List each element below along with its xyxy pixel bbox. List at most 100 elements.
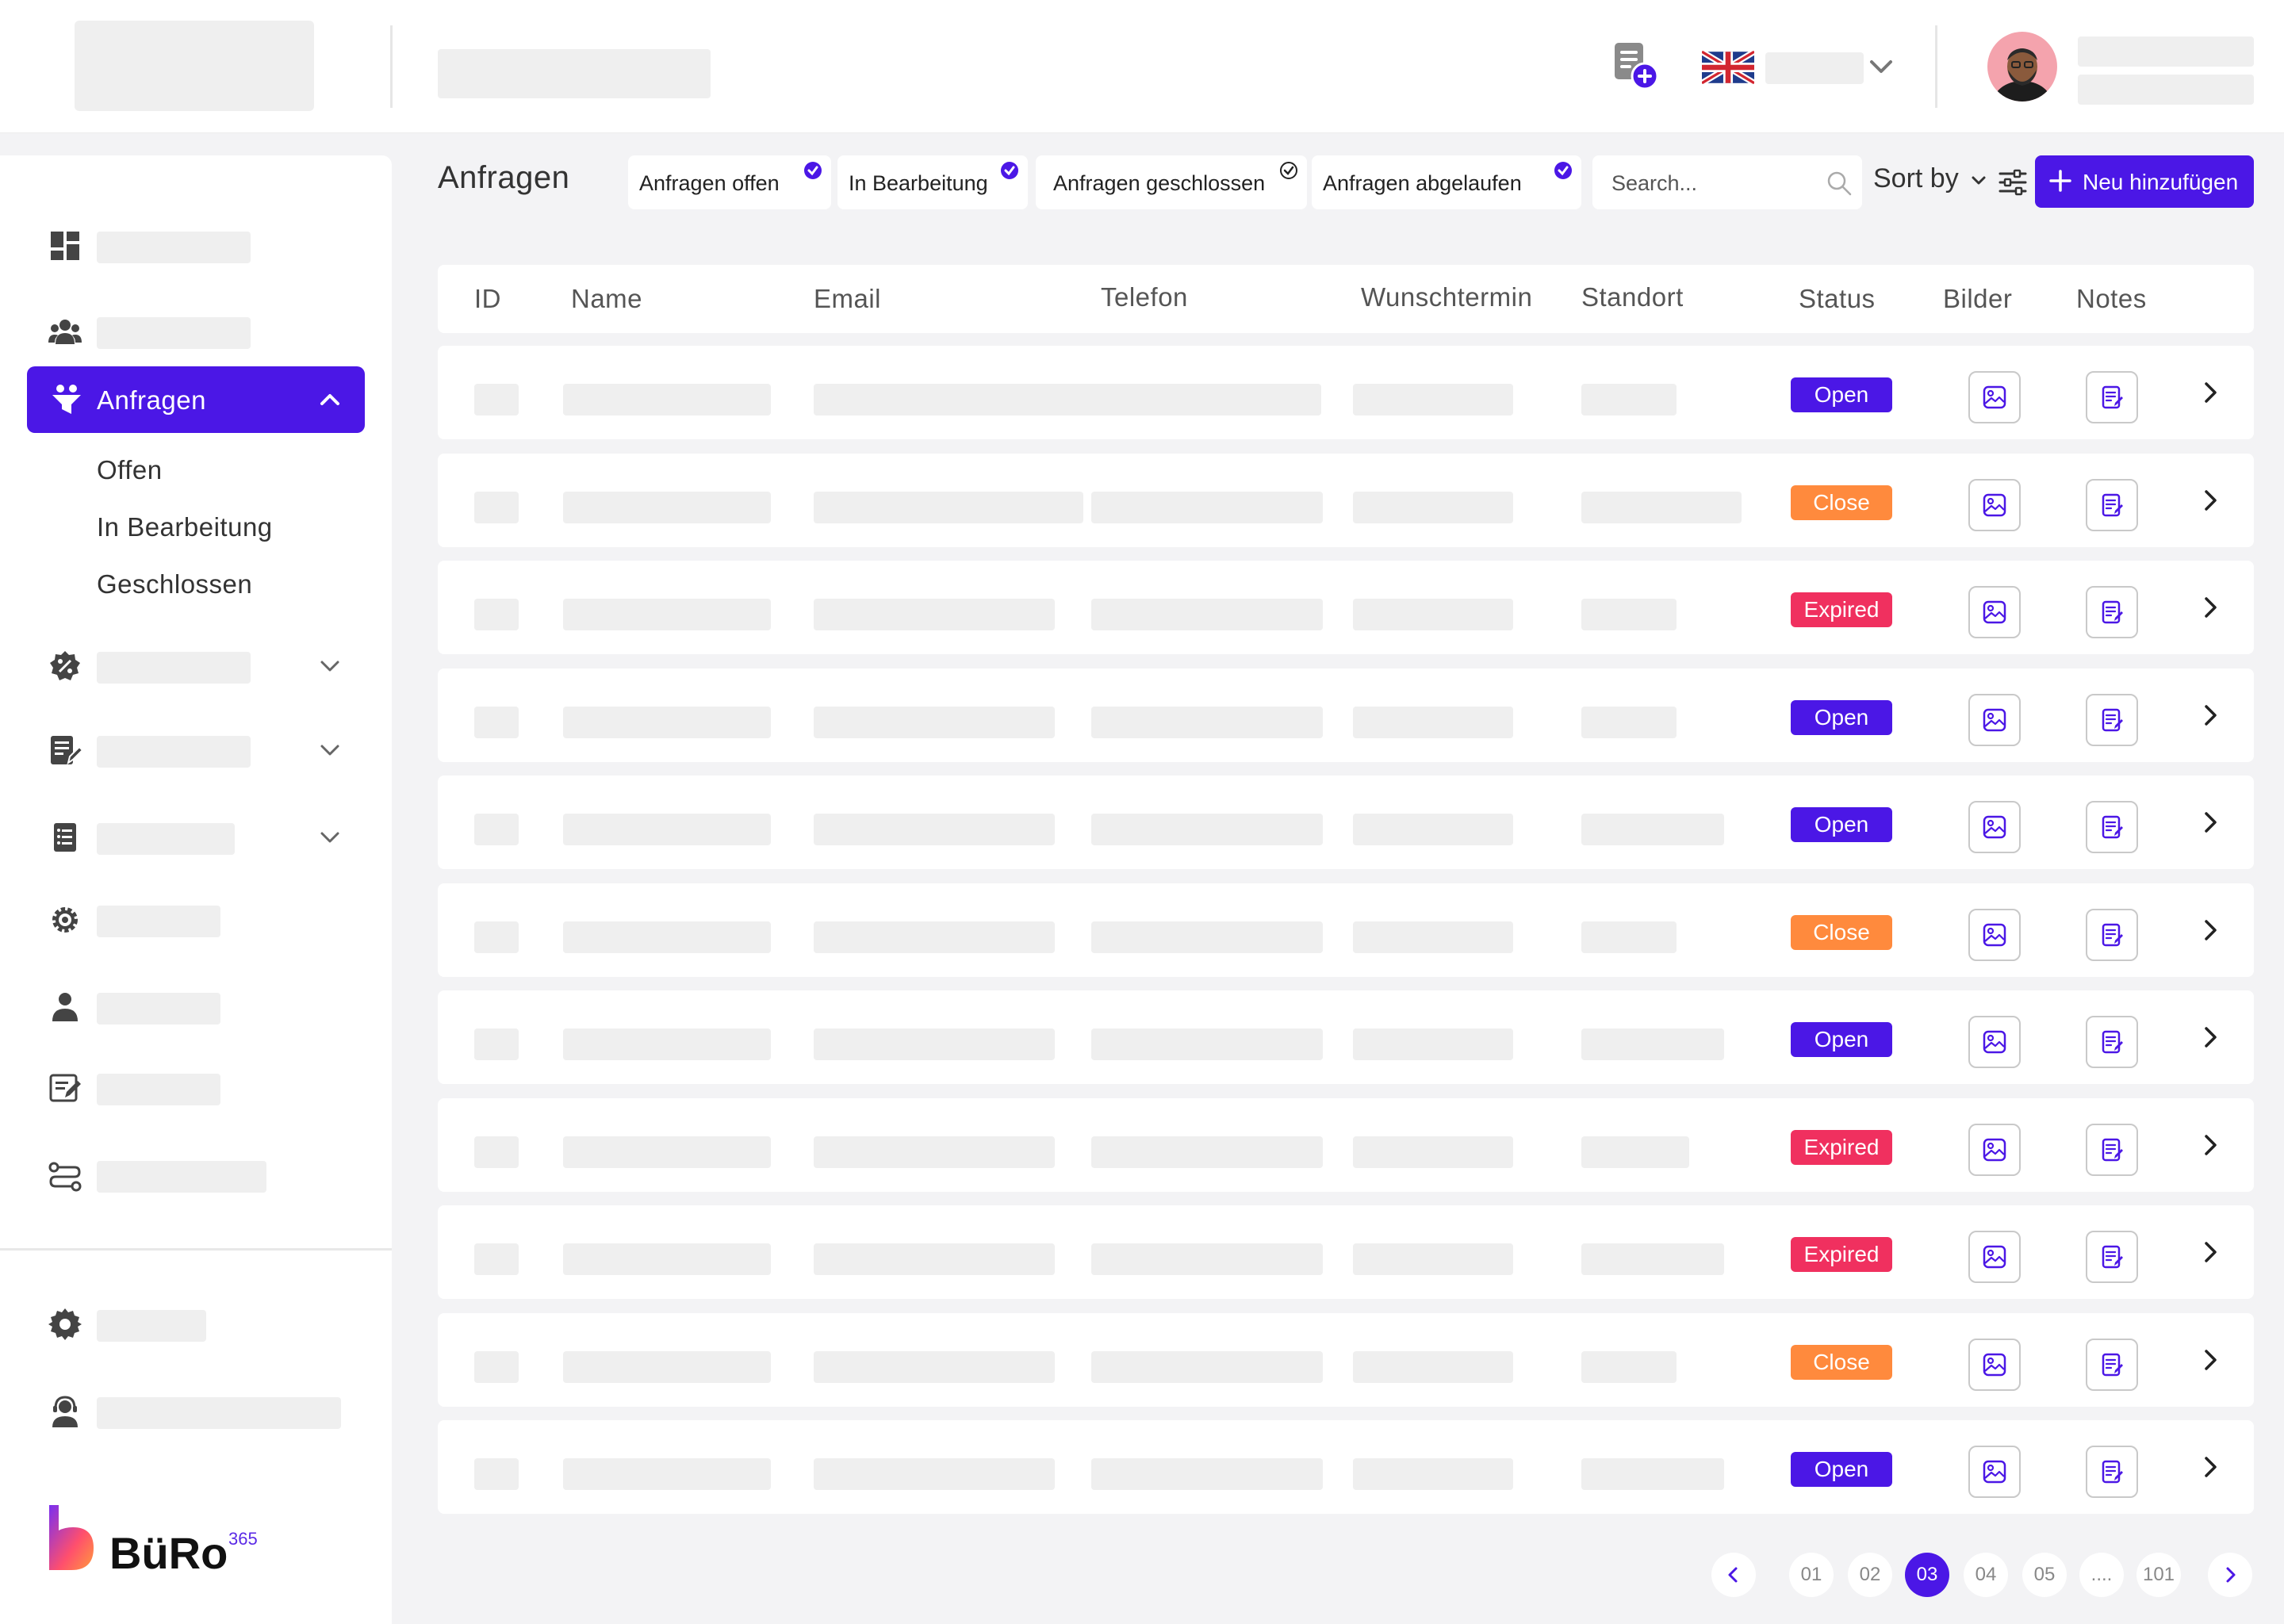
column-header-id[interactable]: ID <box>474 284 501 314</box>
images-button[interactable] <box>1968 586 2021 638</box>
chevron-up-icon[interactable] <box>316 387 344 412</box>
notes-button[interactable] <box>2086 1123 2138 1176</box>
page-button[interactable]: 101 <box>2136 1553 2181 1597</box>
column-header-bilder[interactable]: Bilder <box>1943 284 2012 314</box>
page-button[interactable]: 04 <box>1964 1553 2008 1597</box>
column-header-notes[interactable]: Notes <box>2076 284 2147 314</box>
table-row[interactable]: Open <box>438 346 2254 439</box>
previous-page-button[interactable] <box>1711 1553 1756 1597</box>
search-icon[interactable] <box>1826 170 1853 197</box>
chevron-down-icon[interactable] <box>1970 173 1987 189</box>
notes-button[interactable] <box>2086 1016 2138 1068</box>
table-row[interactable]: Expired <box>438 1097 2254 1192</box>
column-header-wunschtermin[interactable]: Wunschtermin <box>1361 282 1532 312</box>
notes-button[interactable] <box>2086 586 2138 638</box>
sidebar-item-support[interactable] <box>0 1377 392 1440</box>
images-button[interactable] <box>1968 371 2021 423</box>
chevron-right-icon[interactable] <box>2197 1454 2224 1480</box>
images-button[interactable] <box>1968 1338 2021 1391</box>
filter-chip-anfragen-geschlossen[interactable]: Anfragen geschlossen <box>1036 155 1307 209</box>
images-button[interactable] <box>1968 908 2021 961</box>
sidebar-item-routes[interactable] <box>0 1140 392 1204</box>
sidebar-item-discounts[interactable] <box>0 631 392 695</box>
column-header-telefon[interactable]: Telefon <box>1101 282 1188 312</box>
table-row[interactable]: Expired <box>438 1205 2254 1299</box>
filter-chip-label: In Bearbeitung <box>849 171 988 195</box>
filter-chip-anfragen-abgelaufen[interactable]: Anfragen abgelaufen <box>1312 155 1581 209</box>
page-button[interactable]: 01 <box>1789 1553 1834 1597</box>
chevron-right-icon[interactable] <box>2197 594 2224 621</box>
page-button[interactable]: 03 <box>1905 1553 1949 1597</box>
language-selector-placeholder[interactable] <box>1765 52 1864 84</box>
notes-button[interactable] <box>2086 1231 2138 1283</box>
sidebar-item-notes[interactable] <box>0 1053 392 1116</box>
column-header-name[interactable]: Name <box>571 284 642 314</box>
image-edit-icon <box>1983 600 2006 624</box>
sidebar-item-configuration[interactable] <box>0 885 392 948</box>
sidebar-subitem-in-bearbeitung[interactable]: In Bearbeitung <box>97 512 273 542</box>
sidebar-item-anfragen[interactable]: Anfragen <box>27 366 365 433</box>
sidebar-item-settings[interactable] <box>0 1289 392 1353</box>
table-row[interactable]: Open <box>438 990 2254 1084</box>
images-button[interactable] <box>1968 1446 2021 1498</box>
images-button[interactable] <box>1968 693 2021 746</box>
avatar[interactable] <box>1987 32 2057 102</box>
notes-button[interactable] <box>2086 801 2138 853</box>
sidebar-item-label-placeholder <box>97 1074 220 1105</box>
sidebar-subitem-geschlossen[interactable]: Geschlossen <box>97 569 252 599</box>
chevron-right-icon[interactable] <box>2197 702 2224 729</box>
notes-button[interactable] <box>2086 1338 2138 1391</box>
column-header-email[interactable]: Email <box>814 284 881 314</box>
uk-flag-icon[interactable] <box>1702 51 1754 84</box>
chevron-right-icon[interactable] <box>2197 1239 2224 1266</box>
sidebar-item-invoices[interactable] <box>0 802 392 866</box>
sort-by-label[interactable]: Sort by <box>1873 163 1959 194</box>
sidebar-item-profile[interactable] <box>0 972 392 1036</box>
chevron-down-icon[interactable] <box>316 653 344 679</box>
chevron-down-icon[interactable] <box>1868 56 1894 78</box>
cell-placeholder <box>474 706 519 738</box>
images-button[interactable] <box>1968 801 2021 853</box>
chevron-right-icon[interactable] <box>2197 1024 2224 1051</box>
chevron-right-icon[interactable] <box>2197 917 2224 944</box>
chevron-right-icon[interactable] <box>2197 1132 2224 1159</box>
sidebar-item-documents[interactable] <box>0 715 392 779</box>
page-button[interactable]: 05 <box>2022 1553 2067 1597</box>
filter-sliders-icon[interactable] <box>1997 167 2029 198</box>
page-button[interactable]: 02 <box>1848 1553 1892 1597</box>
table-row[interactable]: Open <box>438 1420 2254 1514</box>
chevron-right-icon[interactable] <box>2197 809 2224 836</box>
filter-chip-in-bearbeitung[interactable]: In Bearbeitung <box>837 155 1028 209</box>
sidebar-item-dashboard[interactable] <box>0 211 392 274</box>
sidebar-item-team[interactable] <box>0 297 392 360</box>
notes-button[interactable] <box>2086 693 2138 746</box>
chevron-right-icon[interactable] <box>2197 487 2224 514</box>
add-document-icon[interactable] <box>1610 41 1661 92</box>
column-header-status[interactable]: Status <box>1799 284 1876 314</box>
images-button[interactable] <box>1968 1123 2021 1176</box>
notes-button[interactable] <box>2086 478 2138 531</box>
search-box[interactable] <box>1592 155 1862 209</box>
images-button[interactable] <box>1968 1231 2021 1283</box>
sidebar-subitem-offen[interactable]: Offen <box>97 455 163 485</box>
table-row[interactable]: Close <box>438 1312 2254 1407</box>
table-row[interactable]: Open <box>438 668 2254 762</box>
notes-button[interactable] <box>2086 371 2138 423</box>
notes-button[interactable] <box>2086 908 2138 961</box>
notes-button[interactable] <box>2086 1446 2138 1498</box>
chevron-down-icon[interactable] <box>316 737 344 763</box>
images-button[interactable] <box>1968 1016 2021 1068</box>
chevron-right-icon[interactable] <box>2197 1346 2224 1373</box>
table-row[interactable]: Close <box>438 453 2254 547</box>
table-row[interactable]: Close <box>438 883 2254 977</box>
add-new-button[interactable]: Neu hinzufügen <box>2035 155 2254 208</box>
next-page-button[interactable] <box>2208 1553 2252 1597</box>
column-header-standort[interactable]: Standort <box>1581 282 1684 312</box>
table-row[interactable]: Expired <box>438 561 2254 654</box>
chevron-down-icon[interactable] <box>316 825 344 850</box>
filter-chip-anfragen-offen[interactable]: Anfragen offen <box>628 155 831 209</box>
chevron-right-icon[interactable] <box>2197 379 2224 406</box>
images-button[interactable] <box>1968 478 2021 531</box>
search-input[interactable] <box>1611 170 1818 197</box>
table-row[interactable]: Open <box>438 776 2254 869</box>
